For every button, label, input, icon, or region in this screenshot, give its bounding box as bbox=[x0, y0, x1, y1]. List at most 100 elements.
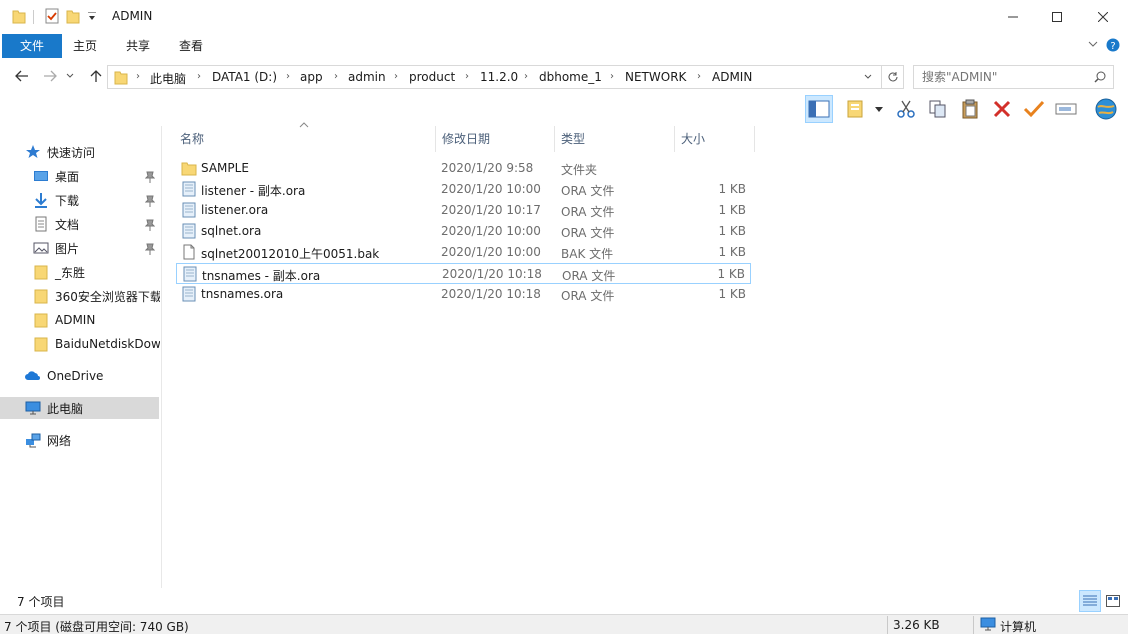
cut-icon[interactable] bbox=[892, 95, 920, 123]
breadcrumb-admin[interactable]: admin bbox=[348, 70, 386, 84]
file-type: ORA 文件 bbox=[562, 269, 616, 283]
nav-item-folder[interactable]: BaiduNetdiskDownload bbox=[33, 333, 160, 355]
column-type[interactable]: 类型 bbox=[555, 126, 675, 152]
folder-icon bbox=[33, 336, 49, 352]
search-box[interactable] bbox=[913, 65, 1114, 89]
file-row[interactable]: listener.ora 2020/1/20 10:17 ORA 文件 1 KB bbox=[176, 200, 751, 221]
chevron-right-icon: › bbox=[136, 71, 140, 82]
file-row[interactable]: tnsnames.ora 2020/1/20 10:18 ORA 文件 1 KB bbox=[176, 284, 751, 305]
expand-ribbon-icon[interactable] bbox=[1088, 40, 1098, 48]
file-size: 1 KB bbox=[718, 287, 746, 301]
chevron-right-icon: › bbox=[394, 71, 398, 82]
breadcrumb-app[interactable]: app bbox=[300, 70, 323, 84]
folder-icon bbox=[114, 69, 128, 85]
file-date: 2020/1/20 10:00 bbox=[441, 224, 541, 238]
globe-icon[interactable] bbox=[1092, 95, 1120, 123]
back-button[interactable] bbox=[13, 68, 31, 84]
preview-pane-button[interactable] bbox=[805, 95, 833, 123]
paste-icon[interactable] bbox=[956, 95, 984, 123]
breadcrumb-version[interactable]: 11.2.0 bbox=[480, 70, 518, 84]
forward-button[interactable] bbox=[41, 68, 59, 84]
file-name: sqlnet.ora bbox=[201, 224, 262, 238]
chevron-right-icon: › bbox=[334, 71, 338, 82]
delete-icon[interactable] bbox=[988, 95, 1016, 123]
address-bar[interactable]: › 此电脑 › DATA1 (D:) › app › admin › produ… bbox=[107, 65, 882, 89]
ora-file-icon bbox=[181, 202, 197, 218]
column-name[interactable]: 名称 bbox=[174, 126, 436, 152]
folder-icon bbox=[33, 264, 49, 280]
check-icon[interactable] bbox=[1020, 95, 1048, 123]
pin-icon[interactable] bbox=[145, 195, 156, 207]
file-type: ORA 文件 bbox=[561, 205, 615, 219]
maximize-button[interactable] bbox=[1034, 0, 1080, 34]
nav-item-documents[interactable]: 文档 bbox=[33, 213, 192, 235]
nav-item-label: _东胜 bbox=[55, 265, 86, 280]
nav-item-folder[interactable]: ADMIN bbox=[33, 309, 192, 331]
file-row[interactable]: SAMPLE 2020/1/20 9:58 文件夹 bbox=[176, 158, 751, 179]
title-bar: ADMIN bbox=[0, 0, 1128, 34]
pictures-icon bbox=[33, 240, 49, 256]
rename-icon[interactable] bbox=[1052, 95, 1080, 123]
navigation-pane: 快速访问 桌面 下载 文档 图片 _东胜 360安全浏览器下载 ADMIN Ba… bbox=[0, 126, 161, 586]
file-type: ORA 文件 bbox=[561, 184, 615, 198]
tab-file[interactable]: 文件 bbox=[2, 34, 62, 58]
file-type: ORA 文件 bbox=[561, 289, 615, 303]
computer-icon bbox=[980, 617, 996, 632]
pin-icon[interactable] bbox=[145, 171, 156, 183]
breadcrumb-dbhome[interactable]: dbhome_1 bbox=[539, 70, 602, 84]
help-icon[interactable]: ? bbox=[1106, 38, 1120, 52]
nav-quick-access-label: 快速访问 bbox=[47, 145, 96, 160]
copy-icon[interactable] bbox=[924, 95, 952, 123]
status-divider bbox=[973, 616, 974, 634]
breadcrumb-product[interactable]: product bbox=[409, 70, 455, 84]
file-row[interactable]: listener - 副本.ora 2020/1/20 10:00 ORA 文件… bbox=[176, 179, 751, 200]
recent-locations-icon[interactable] bbox=[64, 68, 76, 84]
svg-text:?: ? bbox=[1110, 41, 1115, 52]
file-name: tnsnames - 副本.ora bbox=[202, 269, 321, 283]
breadcrumb-current[interactable]: ADMIN bbox=[712, 70, 752, 84]
refresh-button[interactable] bbox=[882, 65, 904, 89]
tab-share[interactable]: 共享 bbox=[115, 34, 161, 58]
pin-icon[interactable] bbox=[145, 243, 156, 255]
search-input[interactable] bbox=[922, 70, 1092, 84]
layout-dropdown-icon[interactable] bbox=[872, 95, 886, 123]
file-date: 2020/1/20 10:17 bbox=[441, 203, 541, 217]
nav-item-label: 图片 bbox=[55, 241, 80, 256]
large-icons-view-button[interactable] bbox=[1102, 590, 1124, 612]
nav-item-folder[interactable]: 360安全浏览器下载 bbox=[33, 285, 160, 307]
file-name: sqlnet20012010上午0051.bak bbox=[201, 247, 380, 261]
layout-button[interactable] bbox=[841, 95, 869, 123]
new-folder-icon[interactable] bbox=[66, 8, 80, 24]
nav-this-pc[interactable]: 此电脑 bbox=[0, 397, 159, 419]
file-row[interactable]: sqlnet20012010上午0051.bak 2020/1/20 10:00… bbox=[176, 242, 751, 263]
column-size[interactable]: 大小 bbox=[675, 126, 755, 152]
properties-icon[interactable] bbox=[44, 8, 60, 24]
file-date: 2020/1/20 10:18 bbox=[441, 287, 541, 301]
column-date[interactable]: 修改日期 bbox=[436, 126, 555, 152]
close-button[interactable] bbox=[1080, 0, 1126, 34]
nav-item-desktop[interactable]: 桌面 bbox=[33, 165, 192, 187]
file-row[interactable]: tnsnames - 副本.ora 2020/1/20 10:18 ORA 文件… bbox=[176, 263, 751, 284]
ribbon: 文件 主页 共享 查看 ? bbox=[0, 34, 1128, 58]
folder-icon bbox=[33, 312, 49, 328]
ora-file-icon bbox=[182, 266, 198, 282]
address-dropdown-icon[interactable] bbox=[864, 74, 872, 80]
status-location: 计算机 bbox=[1000, 620, 1037, 634]
minimize-button[interactable] bbox=[990, 0, 1036, 34]
file-name: tnsnames.ora bbox=[201, 287, 284, 301]
tab-home[interactable]: 主页 bbox=[62, 34, 108, 58]
nav-item-folder[interactable]: _东胜 bbox=[33, 261, 192, 283]
pin-icon[interactable] bbox=[145, 219, 156, 231]
nav-item-pictures[interactable]: 图片 bbox=[33, 237, 192, 259]
nav-item-downloads[interactable]: 下载 bbox=[33, 189, 192, 211]
chevron-right-icon: › bbox=[197, 71, 201, 82]
breadcrumb-drive[interactable]: DATA1 (D:) bbox=[212, 70, 277, 84]
qa-dropdown-icon[interactable] bbox=[88, 12, 96, 22]
breadcrumb-this-pc[interactable]: 此电脑 bbox=[150, 70, 186, 87]
file-row[interactable]: sqlnet.ora 2020/1/20 10:00 ORA 文件 1 KB bbox=[176, 221, 751, 242]
breadcrumb-network[interactable]: NETWORK bbox=[625, 70, 686, 84]
status-summary: 7 个项目 (磁盘可用空间: 740 GB) bbox=[4, 620, 189, 634]
tab-view[interactable]: 查看 bbox=[168, 34, 214, 58]
up-button[interactable] bbox=[87, 68, 105, 84]
details-view-button[interactable] bbox=[1079, 590, 1101, 612]
